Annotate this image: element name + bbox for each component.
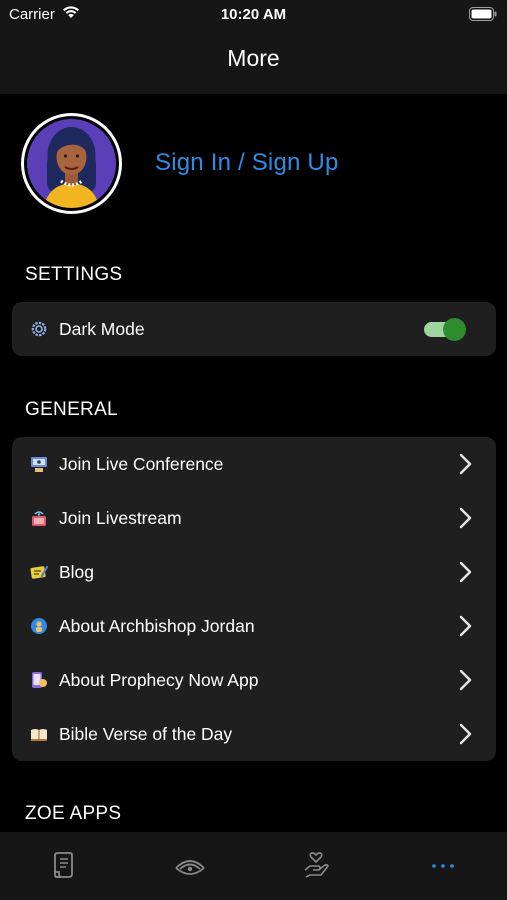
scroll-icon: [46, 852, 82, 884]
navigation-bar: More: [0, 30, 507, 94]
toggle-knob: [443, 318, 466, 341]
menu-item-label: Blog: [59, 562, 95, 582]
tab-giving[interactable]: [298, 850, 334, 880]
menu-row-join-livestream[interactable]: Join Livestream: [12, 491, 496, 545]
info-icon: [30, 617, 48, 635]
chevron-right-icon: [459, 453, 472, 475]
settings-card: Dark Mode: [12, 302, 496, 356]
sign-in-link[interactable]: Sign In / Sign Up: [155, 149, 339, 177]
chevron-right-icon: [459, 669, 472, 691]
status-bar: Carrier 10:20 AM: [0, 0, 507, 30]
menu-row-bible-verse-of-the-day[interactable]: Bible Verse of the Day: [12, 707, 496, 761]
menu-item-label: Bible Verse of the Day: [59, 724, 233, 744]
tab-bar: [0, 832, 507, 900]
general-section-header: GENERAL: [25, 399, 118, 420]
blog-icon: [30, 563, 49, 581]
zoe-apps-section-header: ZOE APPS: [25, 803, 122, 824]
menu-item-label: Join Live Conference: [59, 454, 224, 474]
chevron-right-icon: [459, 723, 472, 745]
app-info-icon: [30, 671, 48, 689]
gear-icon: [30, 320, 48, 338]
bible-icon: [30, 725, 48, 743]
dark-mode-row: Dark Mode: [12, 302, 496, 356]
avatar[interactable]: [21, 113, 122, 214]
chevron-right-icon: [459, 561, 472, 583]
menu-row-about-archbishop-jordan[interactable]: About Archbishop Jordan: [12, 599, 496, 653]
page-title: More: [227, 45, 280, 71]
profile-section: Sign In / Sign Up: [21, 113, 487, 215]
menu-row-join-live-conference[interactable]: Join Live Conference: [12, 437, 496, 491]
dark-mode-label: Dark Mode: [59, 319, 145, 339]
menu-row-about-prophecy-now-app[interactable]: About Prophecy Now App: [12, 653, 496, 707]
general-card: Join Live Conference Join Livestream Blo…: [12, 437, 496, 761]
settings-section-header: SETTINGS: [25, 264, 123, 285]
tab-scroll[interactable]: [46, 850, 82, 880]
menu-row-blog[interactable]: Blog: [12, 545, 496, 599]
menu-item-label: Join Livestream: [59, 508, 182, 528]
more-icon: [425, 864, 461, 884]
battery-icon: [469, 7, 497, 26]
giving-hand-icon: [298, 852, 334, 884]
chevron-right-icon: [459, 507, 472, 529]
menu-item-label: About Prophecy Now App: [59, 670, 259, 690]
menu-item-label: About Archbishop Jordan: [59, 616, 255, 636]
conference-icon: [30, 455, 48, 473]
dark-mode-toggle[interactable]: [422, 317, 466, 341]
livestream-icon: [30, 509, 48, 527]
tab-broadcast[interactable]: [172, 850, 208, 880]
broadcast-icon: [172, 860, 208, 884]
chevron-right-icon: [459, 615, 472, 637]
tab-more[interactable]: [425, 850, 461, 880]
clock: 10:20 AM: [220, 6, 287, 23]
